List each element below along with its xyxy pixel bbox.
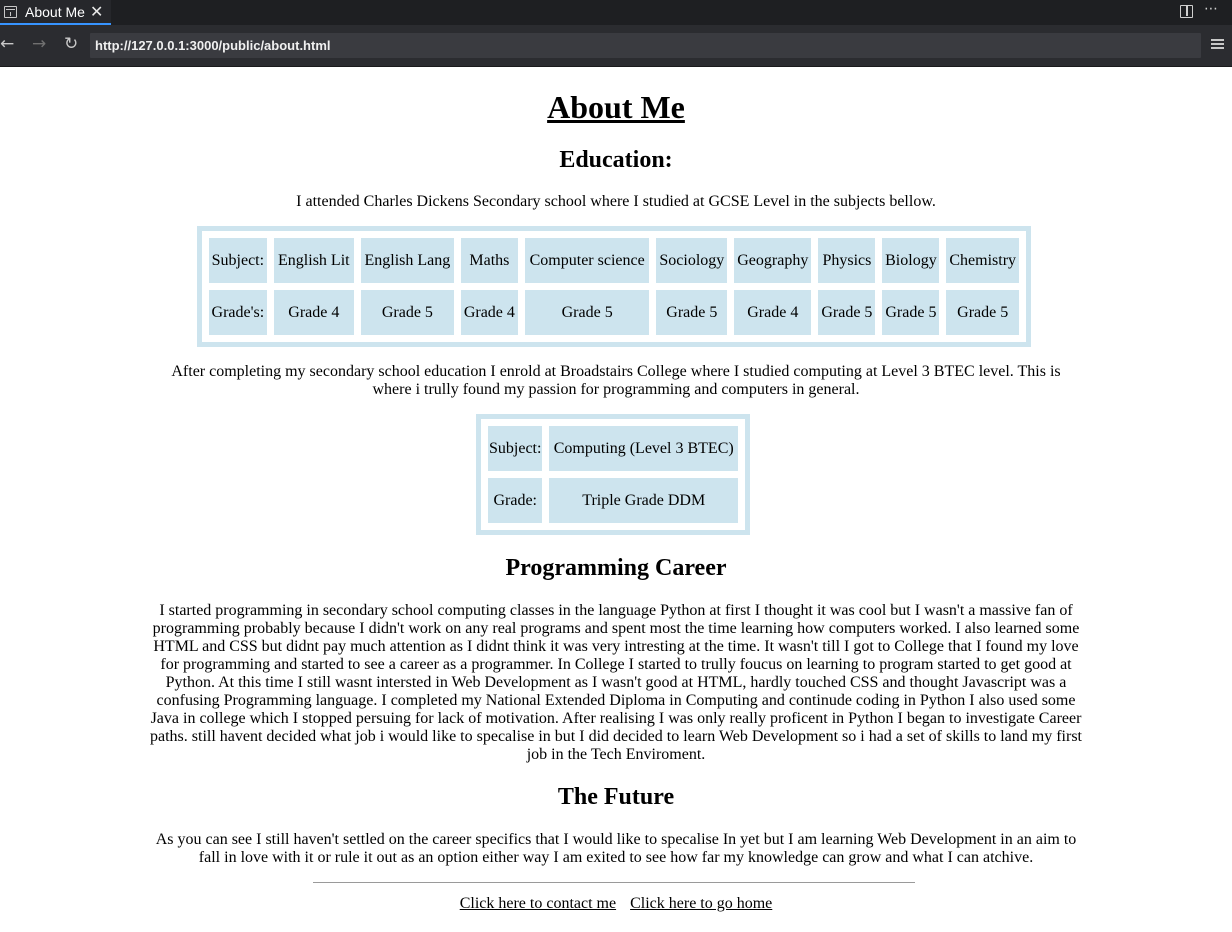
table-cell: Maths xyxy=(460,238,518,283)
gcse-grade-row: Grade's: Grade 4 Grade 5 Grade 4 Grade 5… xyxy=(209,290,1019,335)
table-cell: English Lit xyxy=(273,238,354,283)
table-cell: Computing (Level 3 BTEC) xyxy=(549,426,738,471)
table-cell: Sociology xyxy=(656,238,728,283)
url-input[interactable] xyxy=(95,38,1201,53)
table-cell: Subject: xyxy=(209,238,267,283)
college-subject-row: Subject: Computing (Level 3 BTEC) xyxy=(488,426,738,471)
future-heading: The Future xyxy=(557,784,675,810)
gcse-subject-row: Subject: English Lit English Lang Maths … xyxy=(209,238,1019,283)
college-grade-row: Grade: Triple Grade DDM xyxy=(488,478,738,523)
divider xyxy=(313,882,915,883)
page-title: About Me xyxy=(547,89,685,125)
tab-about-me[interactable]: About Me ✕ xyxy=(0,0,111,25)
contact-link[interactable]: Click here to contact me xyxy=(460,895,616,912)
table-cell: Grade: xyxy=(488,478,543,523)
table-cell: Grade's: xyxy=(209,290,267,335)
gcse-table: Subject: English Lit English Lang Maths … xyxy=(197,226,1031,347)
table-cell: Computer science xyxy=(524,238,650,283)
education-heading: Education: xyxy=(559,147,673,173)
career-paragraph: I started programming in secondary schoo… xyxy=(150,602,1082,763)
table-cell: Grade 4 xyxy=(460,290,518,335)
page-icon xyxy=(4,5,17,18)
table-cell: Grade 5 xyxy=(360,290,454,335)
tab-title: About Me xyxy=(25,3,85,20)
table-cell: Grade 5 xyxy=(946,290,1019,335)
table-cell: Chemistry xyxy=(946,238,1019,283)
career-heading: Programming Career xyxy=(505,555,727,581)
table-cell: English Lang xyxy=(360,238,454,283)
reload-icon[interactable]: ↻ xyxy=(64,34,78,54)
table-cell: Grade 5 xyxy=(656,290,728,335)
college-table: Subject: Computing (Level 3 BTEC) Grade:… xyxy=(476,414,750,535)
more-icon[interactable]: ⋯ xyxy=(1204,1,1219,17)
footer-links: Click here to contact me Click here to g… xyxy=(0,895,1232,913)
table-cell: Grade 5 xyxy=(818,290,876,335)
table-cell: Biology xyxy=(882,238,940,283)
navigation-bar: ← → ↻ xyxy=(0,25,1232,67)
table-cell: Grade 4 xyxy=(734,290,812,335)
tab-bar: About Me ✕ ⋯ xyxy=(0,0,1232,25)
split-editor-icon[interactable] xyxy=(1180,5,1193,18)
page-content: About Me Education: I attended Charles D… xyxy=(0,67,1232,932)
back-icon[interactable]: ← xyxy=(0,34,14,54)
home-link[interactable]: Click here to go home xyxy=(630,895,772,912)
table-cell: Triple Grade DDM xyxy=(549,478,738,523)
table-cell: Subject: xyxy=(488,426,543,471)
menu-icon[interactable] xyxy=(1211,39,1224,51)
table-cell: Grade 5 xyxy=(882,290,940,335)
future-paragraph: As you can see I still haven't settled o… xyxy=(155,831,1077,866)
college-paragraph: After completing my secondary school edu… xyxy=(171,363,1061,398)
address-bar[interactable] xyxy=(90,33,1201,58)
table-cell: Physics xyxy=(818,238,876,283)
table-cell: Grade 5 xyxy=(524,290,650,335)
education-intro: I attended Charles Dickens Secondary sch… xyxy=(296,193,936,210)
table-cell: Grade 4 xyxy=(273,290,354,335)
table-cell: Geography xyxy=(734,238,812,283)
forward-icon[interactable]: → xyxy=(32,34,46,54)
close-icon[interactable]: ✕ xyxy=(90,2,103,22)
